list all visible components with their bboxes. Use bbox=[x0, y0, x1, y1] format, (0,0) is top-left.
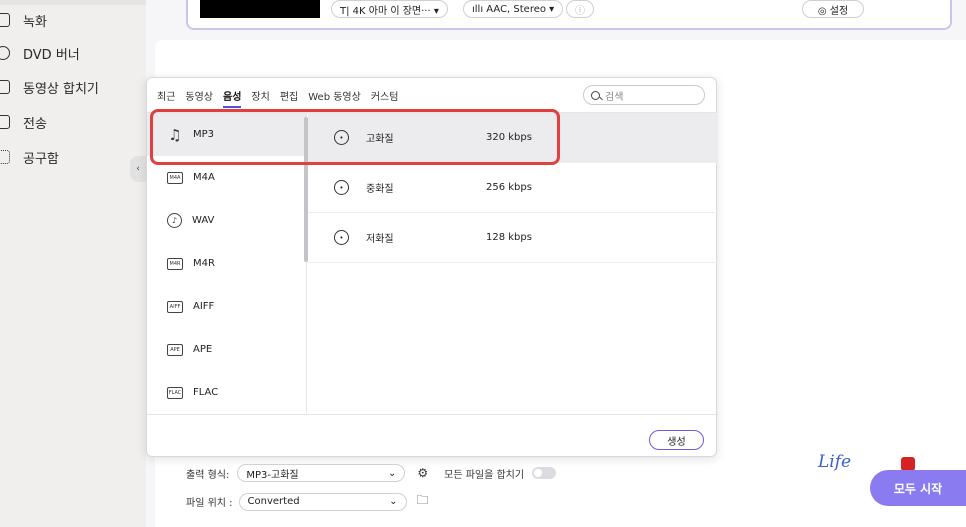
video-thumbnail[interactable] bbox=[200, 0, 320, 18]
merge-files-label: 모든 파일을 합치기 bbox=[444, 469, 525, 481]
quality-bitrate: 128 kbps bbox=[486, 232, 532, 243]
tab-recent[interactable]: 최근 bbox=[157, 88, 175, 108]
output-format-select[interactable]: MP3-고화질 ⌄ bbox=[237, 464, 406, 482]
format-item-wav[interactable]: ♪ WAV bbox=[147, 199, 306, 242]
sidebar-item-label: 공구함 bbox=[23, 151, 59, 167]
file-location-label: 파일 위치 : bbox=[186, 498, 233, 509]
sidebar-item-label: 동영상 합치기 bbox=[23, 81, 99, 97]
merge-files-toggle[interactable] bbox=[532, 467, 557, 479]
file-location-value: Converted bbox=[247, 496, 300, 507]
dvd-icon bbox=[0, 46, 10, 60]
folder-icon[interactable]: 🗀 bbox=[417, 491, 429, 512]
search-icon bbox=[591, 90, 600, 100]
tab-device[interactable]: 장치 bbox=[251, 88, 269, 108]
settings-button[interactable]: ◎ 설정 bbox=[802, 0, 864, 18]
sidebar-item-toolbox[interactable]: 공구함 bbox=[0, 145, 59, 169]
output-format-row: 출력 형식: MP3-고화질 ⌄ ⚙ 모든 파일을 합치기 bbox=[186, 464, 557, 482]
tab-edit[interactable]: 편집 bbox=[280, 88, 298, 108]
sidebar-item-record[interactable]: 녹화 bbox=[0, 8, 47, 32]
format-item-aiff[interactable]: AIFF AIFF bbox=[147, 285, 306, 328]
flac-file-icon: FLAC bbox=[167, 386, 183, 399]
file-location-row: 파일 위치 : Converted ⌄ 🗀 bbox=[186, 491, 429, 512]
create-button[interactable]: 생성 bbox=[649, 430, 704, 450]
tab-web-video[interactable]: Web 동영상 bbox=[308, 88, 361, 108]
format-label: APE bbox=[193, 344, 213, 355]
format-label: FLAC bbox=[193, 387, 219, 398]
search-input[interactable]: 검색 bbox=[583, 85, 705, 105]
info-icon[interactable]: ⓘ bbox=[566, 0, 594, 18]
format-item-m4r[interactable]: M4R M4R bbox=[147, 242, 306, 285]
file-location-select[interactable]: Converted ⌄ bbox=[238, 492, 407, 511]
format-item-flac[interactable]: FLAC FLAC bbox=[147, 371, 306, 414]
collapse-sidebar-button[interactable]: ‹ bbox=[130, 156, 146, 182]
aiff-file-icon: AIFF bbox=[167, 300, 183, 313]
format-label: WAV bbox=[192, 215, 215, 226]
format-label: M4R bbox=[193, 258, 215, 269]
m4a-file-icon: M4A bbox=[167, 171, 183, 184]
output-format-value: MP3-고화질 bbox=[246, 469, 299, 481]
toolbox-icon bbox=[0, 150, 10, 164]
merge-icon bbox=[0, 80, 10, 94]
quality-bitrate: 256 kbps bbox=[486, 182, 532, 193]
subtitle-dropdown[interactable]: T| 4K 아마 이 장면··· ▾ bbox=[331, 0, 448, 18]
sidebar-top-strip bbox=[0, 0, 146, 5]
record-icon bbox=[0, 13, 10, 27]
quality-item-medium[interactable]: • 중화질 256 kbps bbox=[308, 163, 718, 213]
m4r-file-icon: M4R bbox=[167, 257, 183, 270]
divider bbox=[147, 414, 718, 415]
search-placeholder: 검색 bbox=[605, 91, 624, 103]
tab-video[interactable]: 동영상 bbox=[185, 88, 213, 108]
disc-icon: • bbox=[334, 230, 349, 245]
sidebar-item-transfer[interactable]: 전송 bbox=[0, 110, 47, 134]
sidebar: 녹화 DVD 버너 동영상 합치기 전송 공구함 bbox=[0, 0, 146, 527]
tab-audio[interactable]: 음성 bbox=[223, 88, 242, 108]
format-label: AIFF bbox=[193, 301, 215, 312]
chevron-down-icon: ⌄ bbox=[389, 496, 398, 507]
sidebar-item-label: 녹화 bbox=[23, 14, 47, 30]
format-item-ape[interactable]: APE APE bbox=[147, 328, 306, 371]
format-tabs: 최근 동영상 음성 장치 편집 Web 동영상 커스텀 bbox=[157, 88, 398, 108]
sidebar-item-merge[interactable]: 동영상 합치기 bbox=[0, 75, 99, 99]
format-label: M4A bbox=[193, 172, 215, 183]
wav-icon: ♪ bbox=[167, 213, 182, 228]
transfer-icon bbox=[0, 115, 10, 129]
output-format-label: 출력 형식: bbox=[186, 469, 230, 481]
highlight-annotation bbox=[150, 109, 560, 165]
quality-name: 저화질 bbox=[366, 234, 394, 245]
quality-item-low[interactable]: • 저화질 128 kbps bbox=[308, 213, 718, 263]
sidebar-item-label: 전송 bbox=[23, 116, 47, 132]
sidebar-item-dvd[interactable]: DVD 버너 bbox=[0, 41, 80, 65]
chevron-down-icon: ⌄ bbox=[387, 467, 397, 479]
sidebar-item-label: DVD 버너 bbox=[23, 47, 80, 63]
stamp-logo bbox=[901, 457, 915, 471]
watermark: Life bbox=[818, 452, 852, 472]
tab-custom[interactable]: 커스텀 bbox=[371, 88, 399, 108]
audio-track-dropdown[interactable]: ıllı AAC, Stereo ▾ bbox=[463, 0, 564, 18]
quality-name: 중화질 bbox=[366, 184, 394, 195]
gear-icon[interactable]: ⚙ bbox=[417, 466, 428, 480]
start-all-button[interactable]: 모두 시작 bbox=[870, 470, 966, 506]
ape-file-icon: APE bbox=[167, 343, 183, 356]
disc-icon: • bbox=[334, 180, 349, 195]
